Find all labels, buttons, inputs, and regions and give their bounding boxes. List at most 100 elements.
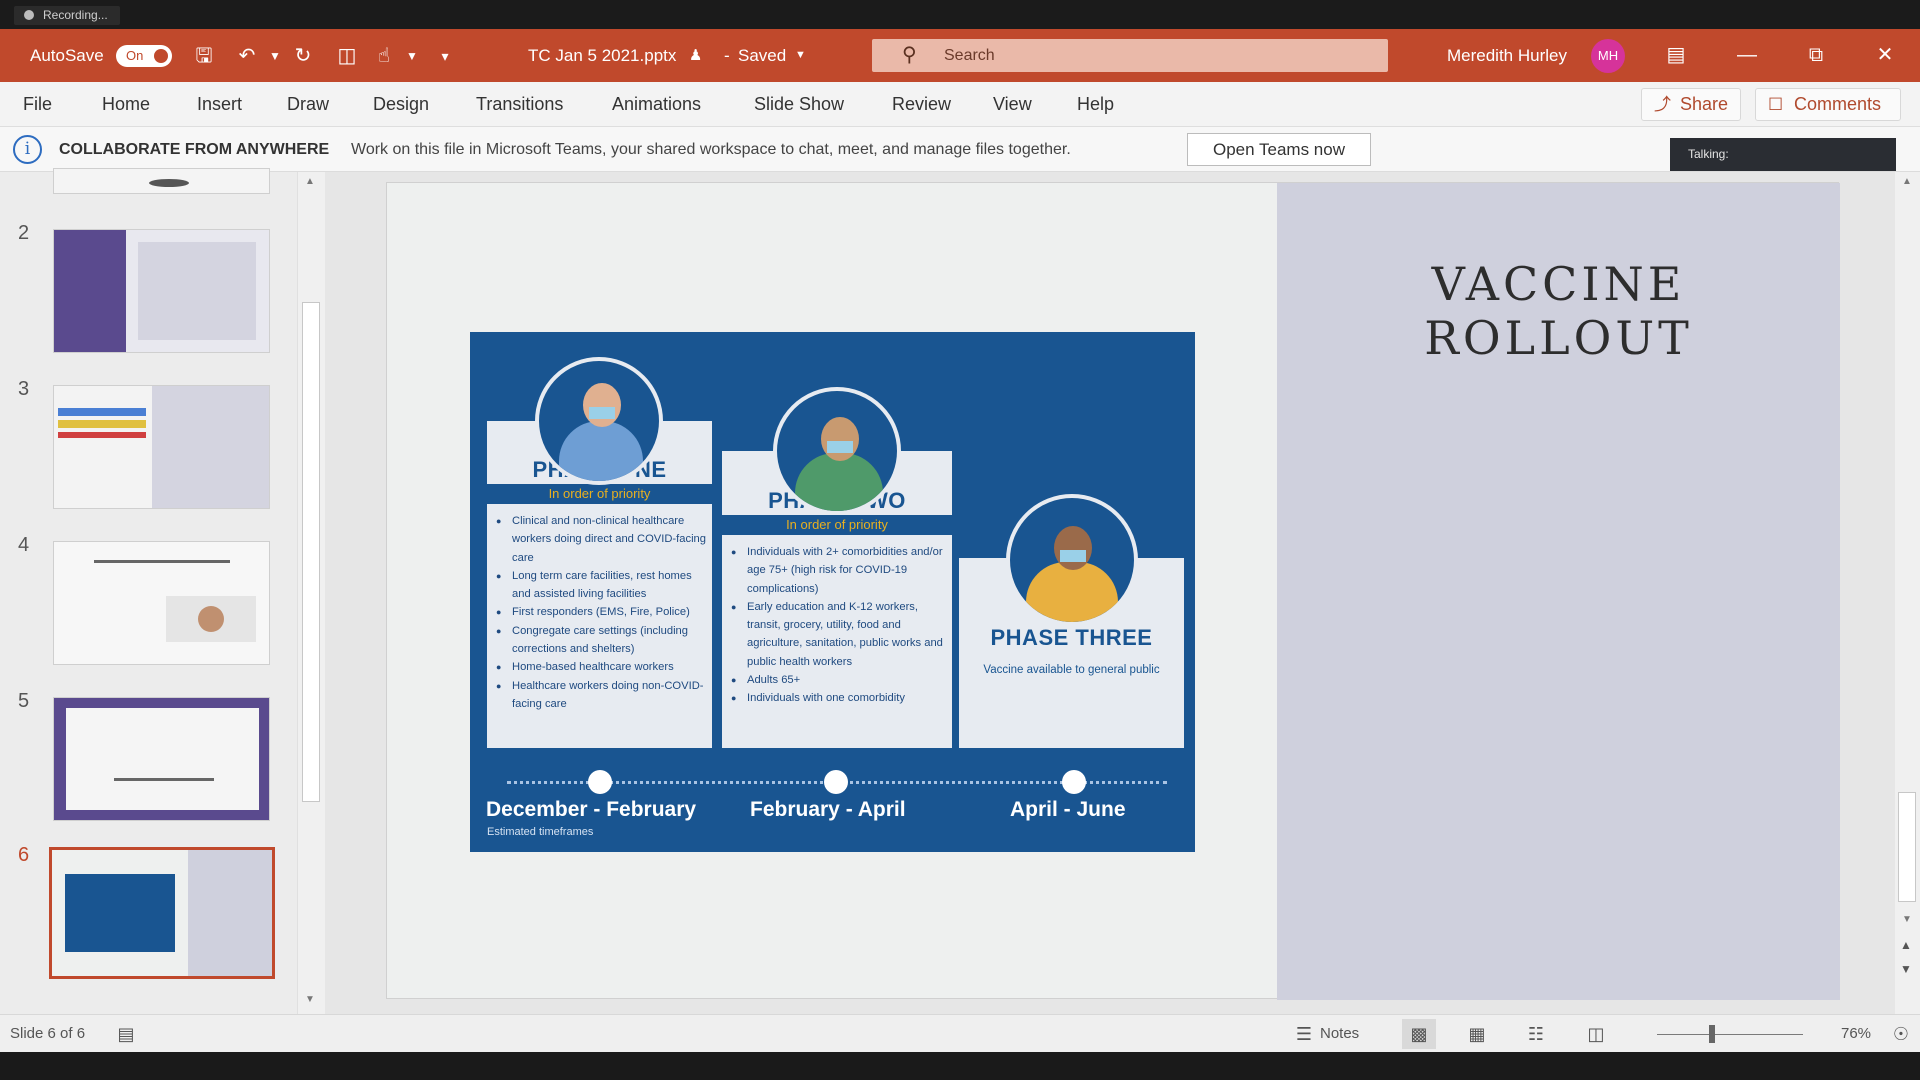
title-bar: AutoSave On 🖫 ↶ ▼ ↻ ◫ ☝ ▼ ▾ TC Jan 5 202…	[0, 29, 1920, 82]
slide-thumbnail-2[interactable]	[53, 229, 270, 353]
scroll-down-icon[interactable]: ▼	[1902, 914, 1912, 925]
slide-sorter-icon[interactable]: ▦	[1463, 1022, 1491, 1046]
slide-thumbnail-3[interactable]	[53, 385, 270, 509]
phase-three-title: PHASE THREE	[990, 625, 1153, 650]
timeline-node	[824, 770, 848, 794]
reading-view-icon[interactable]: ☷	[1522, 1022, 1550, 1046]
scroll-down-icon[interactable]: ▼	[305, 994, 315, 1005]
tab-home[interactable]: Home	[102, 82, 150, 127]
phase-two-timeframe: February - April	[750, 798, 906, 821]
people-graphic	[821, 417, 859, 461]
save-icon[interactable]: 🖫	[191, 43, 217, 69]
document-title[interactable]: TC Jan 5 2021.pptx	[528, 29, 676, 82]
phase-one-timeframe: December - February	[486, 798, 697, 821]
open-teams-button[interactable]: Open Teams now	[1187, 133, 1371, 166]
mask-graphic	[1060, 550, 1086, 562]
scroll-up-icon[interactable]: ▲	[1902, 176, 1912, 187]
accessibility-icon[interactable]: ▤	[112, 1022, 140, 1046]
slide-thumbnail-6[interactable]	[49, 847, 275, 979]
avatar[interactable]: MH	[1591, 39, 1625, 73]
user-name[interactable]: Meredith Hurley	[1447, 29, 1567, 82]
autosave-state: On	[126, 48, 144, 63]
comments-button[interactable]: ☐ Comments	[1755, 88, 1901, 121]
timeline-node	[588, 770, 612, 794]
list-item: Clinical and non-clinical healthcare wor…	[493, 512, 708, 567]
phase-one-workers-illustration	[535, 357, 663, 485]
talking-indicator: Talking:	[1670, 138, 1896, 171]
tab-draw[interactable]: Draw	[287, 82, 329, 127]
save-status-dropdown-icon[interactable]: ▼	[795, 29, 806, 82]
normal-view-icon[interactable]: ▩	[1402, 1019, 1436, 1049]
people-graphic	[795, 453, 883, 511]
minimize-icon[interactable]: —	[1717, 29, 1777, 82]
ribbon-display-icon[interactable]: ▤	[1646, 29, 1706, 82]
touch-mode-icon[interactable]: ☝	[371, 43, 397, 69]
tab-view[interactable]: View	[993, 82, 1032, 127]
restore-icon[interactable]: ⧉	[1786, 29, 1846, 82]
tab-file[interactable]: File	[23, 82, 52, 127]
tab-design[interactable]: Design	[373, 82, 429, 127]
vaccine-phases-infographic[interactable]: PHASE ONE In order of priority Clinical …	[470, 332, 1195, 852]
save-status[interactable]: Saved	[738, 29, 786, 82]
slide-scrollbar[interactable]: ▲ ▼ ▲ ▼	[1895, 172, 1920, 1014]
zoom-level[interactable]: 76%	[1841, 1015, 1871, 1053]
present-from-beginning-icon[interactable]: ◫	[334, 43, 360, 69]
slide[interactable]: VACCINE ROLLOUT PHASE ONE In order of pr…	[386, 182, 1840, 1000]
people-graphic	[583, 383, 621, 427]
message-bar: i COLLABORATE FROM ANYWHERE Work on this…	[0, 127, 1920, 172]
thumbnails-scrollbar[interactable]: ▲ ▼	[297, 172, 325, 1014]
notes-button[interactable]: Notes	[1320, 1015, 1359, 1053]
customize-toolbar-icon[interactable]: ▾	[432, 43, 458, 69]
comments-label: Comments	[1794, 94, 1882, 114]
list-item: Congregate care settings (including corr…	[493, 622, 708, 659]
fit-to-window-icon[interactable]: ☉	[1887, 1022, 1915, 1046]
slide-thumbnails-pane: 2 3 4 5 6	[0, 168, 298, 1014]
thumb-table-row	[58, 420, 146, 428]
slide-thumbnail-4[interactable]	[53, 541, 270, 665]
share-person-icon: ♟	[689, 47, 703, 64]
share-button[interactable]: ⤴ Share	[1641, 88, 1741, 121]
phase-three-subtitle: Vaccine available to general public	[983, 664, 1160, 676]
tab-slide-show[interactable]: Slide Show	[754, 82, 844, 127]
next-slide-icon[interactable]: ▼	[1900, 962, 1912, 976]
comment-icon: ☐	[1768, 95, 1784, 114]
list-item: Early education and K-12 workers, transi…	[728, 598, 948, 671]
tab-help[interactable]: Help	[1077, 82, 1114, 127]
info-icon: i	[13, 135, 42, 164]
zoom-slider-thumb[interactable]	[1709, 1025, 1715, 1043]
scrollbar-thumb[interactable]	[1898, 792, 1916, 902]
thumbnail-number: 2	[18, 222, 30, 244]
slide-show-icon[interactable]: ◫	[1582, 1022, 1610, 1046]
save-status-prefix: -	[724, 46, 730, 65]
slide-title[interactable]: VACCINE ROLLOUT	[1277, 257, 1840, 365]
undo-icon[interactable]: ↶	[234, 43, 260, 69]
tab-animations[interactable]: Animations	[612, 82, 701, 127]
phase-two-workers-illustration	[773, 387, 901, 515]
thumbnail-number: 6	[18, 844, 30, 866]
tab-review[interactable]: Review	[892, 82, 951, 127]
share-label: Share	[1680, 94, 1729, 114]
thumb-panel	[66, 708, 259, 810]
bottom-strip	[0, 1052, 1920, 1080]
thumbnail-number: 3	[18, 378, 30, 400]
redo-icon[interactable]: ↻	[290, 43, 316, 69]
message-text: Work on this file in Microsoft Teams, yo…	[351, 141, 1071, 158]
search-box[interactable]: ⚲ Search	[872, 39, 1388, 72]
previous-slide-icon[interactable]: ▲	[1900, 938, 1912, 952]
undo-dropdown-icon[interactable]: ▼	[262, 43, 288, 69]
scrollbar-thumb[interactable]	[302, 302, 320, 802]
list-item: Individuals with 2+ comorbidities and/or…	[728, 543, 948, 598]
zoom-slider[interactable]	[1657, 1034, 1803, 1035]
notes-icon[interactable]: ☰	[1290, 1022, 1318, 1046]
slide-thumbnail-5[interactable]	[53, 697, 270, 821]
close-icon[interactable]: ✕	[1855, 29, 1915, 82]
scroll-up-icon[interactable]: ▲	[305, 176, 315, 187]
phase-one-list: Clinical and non-clinical healthcare wor…	[493, 512, 708, 713]
slide-thumbnail-1[interactable]	[53, 168, 270, 194]
phase-three-public-illustration	[1006, 494, 1138, 626]
autosave-toggle[interactable]: On	[116, 45, 172, 67]
tab-transitions[interactable]: Transitions	[476, 82, 563, 127]
tab-insert[interactable]: Insert	[197, 82, 242, 127]
people-graphic	[1054, 526, 1092, 570]
touch-dropdown-icon[interactable]: ▼	[399, 43, 425, 69]
